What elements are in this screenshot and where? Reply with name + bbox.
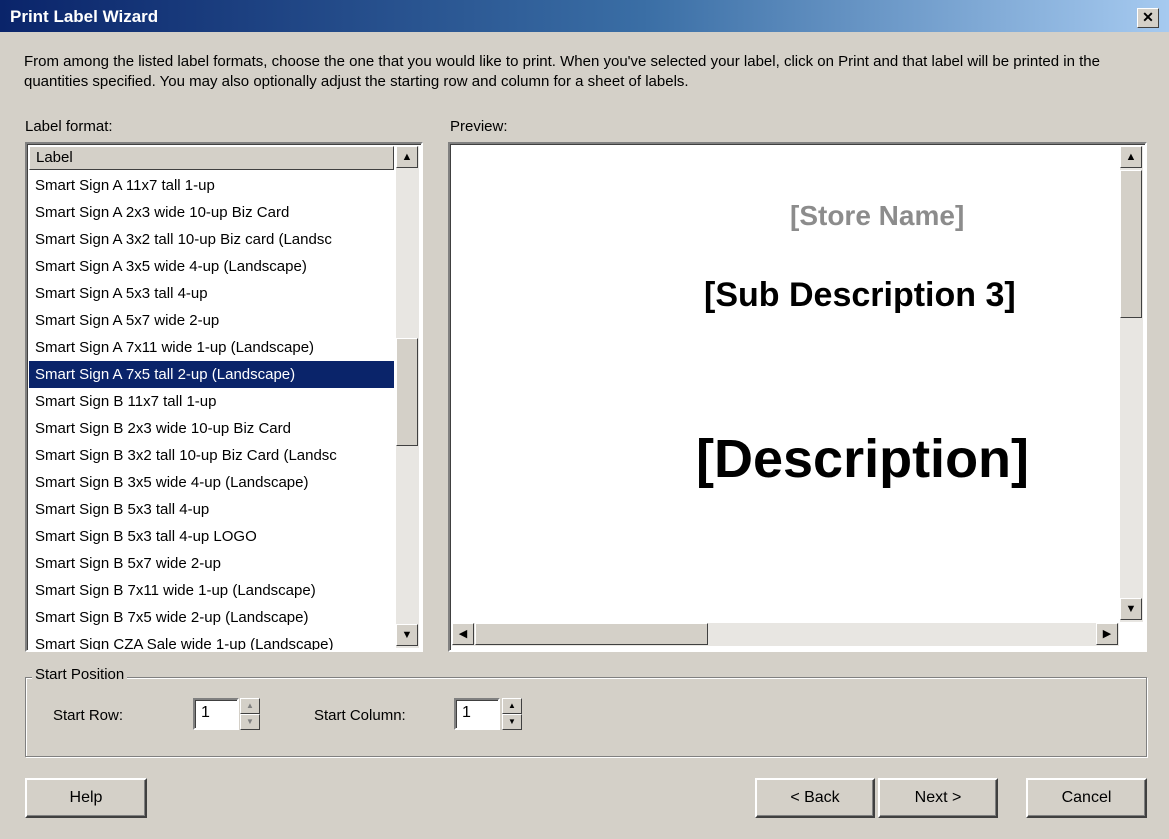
down-arrow-icon: ▼: [246, 717, 254, 726]
start-row-down-button[interactable]: ▼: [240, 714, 260, 730]
start-row-up-button[interactable]: ▲: [240, 698, 260, 714]
label-list-item[interactable]: Smart Sign A 5x3 tall 4-up: [29, 280, 394, 307]
label-list-item[interactable]: Smart Sign B 5x7 wide 2-up: [29, 550, 394, 577]
preview-vertical-thumb[interactable]: [1120, 170, 1142, 318]
up-arrow-icon: ▲: [246, 701, 254, 710]
label-list-item[interactable]: Smart Sign A 2x3 wide 10-up Biz Card: [29, 199, 394, 226]
preview-store-name: [Store Name]: [790, 200, 965, 231]
label-list-item[interactable]: Smart Sign B 2x3 wide 10-up Biz Card: [29, 415, 394, 442]
label-list-item[interactable]: Smart Sign A 5x7 wide 2-up: [29, 307, 394, 334]
start-row-spinner[interactable]: ▲ ▼: [240, 698, 260, 730]
label-list-item[interactable]: Smart Sign B 3x2 tall 10-up Biz Card (La…: [29, 442, 394, 469]
left-arrow-icon: ◀: [458, 628, 468, 640]
down-arrow-icon: ▼: [401, 629, 413, 641]
start-column-down-button[interactable]: ▼: [502, 714, 522, 730]
close-button[interactable]: ✕: [1137, 8, 1159, 28]
preview-horizontal-scrollbar[interactable]: ◀ ▶: [452, 623, 1119, 646]
start-column-input[interactable]: 1: [454, 698, 500, 730]
label-list-items: Smart Sign A 11x7 tall 1-up Smart Sign A …: [29, 172, 394, 650]
preview-scroll-left-button[interactable]: ◀: [452, 623, 474, 645]
label-list-item[interactable]: Smart Sign B 5x3 tall 4-up LOGO: [29, 523, 394, 550]
start-column-spinner[interactable]: ▲ ▼: [502, 698, 522, 730]
label-list-item[interactable]: Smart Sign B 5x3 tall 4-up: [29, 496, 394, 523]
label-list-item[interactable]: Smart Sign A 3x2 tall 10-up Biz card (La…: [29, 226, 394, 253]
scroll-thumb[interactable]: [396, 338, 418, 446]
up-arrow-icon: ▲: [508, 701, 516, 710]
scroll-up-button[interactable]: ▲: [396, 146, 418, 168]
back-button[interactable]: < Back: [755, 778, 875, 818]
help-button[interactable]: Help: [25, 778, 147, 818]
label-list-item[interactable]: Smart Sign B 3x5 wide 4-up (Landscape): [29, 469, 394, 496]
next-button[interactable]: Next >: [878, 778, 998, 818]
label-list-item[interactable]: Smart Sign A 11x7 tall 1-up: [29, 172, 394, 199]
label-format-list[interactable]: Label Smart Sign A 11x7 tall 1-up Smart S…: [25, 142, 423, 652]
preview-pane: [Store Name] [Sub Description 3] [Descri…: [448, 142, 1147, 652]
start-column-up-button[interactable]: ▲: [502, 698, 522, 714]
up-arrow-icon: ▲: [401, 151, 413, 163]
start-position-title: Start Position: [32, 666, 128, 683]
label-list-item[interactable]: Smart Sign A 7x5 tall 2-up (Landscape): [29, 361, 394, 388]
preview-description: [Description]: [696, 429, 1030, 489]
down-arrow-icon: ▼: [1125, 603, 1137, 615]
title-bar: Print Label Wizard ✕: [0, 0, 1169, 34]
preview-scroll-down-button[interactable]: ▼: [1120, 598, 1142, 620]
label-list-item[interactable]: Smart Sign A 7x11 wide 1-up (Landscape): [29, 334, 394, 361]
down-arrow-icon: ▼: [508, 717, 516, 726]
close-icon: ✕: [1142, 9, 1154, 25]
start-row-input[interactable]: 1: [193, 698, 239, 730]
instructions-text: From among the listed label formats, cho…: [24, 53, 1100, 90]
preview-caption: Preview:: [450, 118, 508, 135]
cancel-button[interactable]: Cancel: [1026, 778, 1147, 818]
label-list-item[interactable]: Smart Sign A 3x5 wide 4-up (Landscape): [29, 253, 394, 280]
preview-horizontal-thumb[interactable]: [475, 623, 708, 645]
scroll-down-button[interactable]: ▼: [396, 624, 418, 646]
label-column-header[interactable]: Label: [29, 146, 394, 170]
preview-scroll-right-button[interactable]: ▶: [1096, 623, 1118, 645]
right-arrow-icon: ▶: [1102, 628, 1112, 640]
up-arrow-icon: ▲: [1125, 151, 1137, 163]
preview-sub-description: [Sub Description 3]: [704, 276, 1016, 314]
label-list-item[interactable]: Smart Sign B 7x11 wide 1-up (Landscape): [29, 577, 394, 604]
label-list-item[interactable]: Smart Sign CZA Sale wide 1-up (Landscape…: [29, 631, 394, 650]
preview-scroll-up-button[interactable]: ▲: [1120, 146, 1142, 168]
preview-vertical-scrollbar[interactable]: ▲ ▼: [1120, 146, 1143, 622]
label-list-item[interactable]: Smart Sign B 11x7 tall 1-up: [29, 388, 394, 415]
label-list-scrollbar[interactable]: ▲ ▼: [396, 146, 419, 648]
label-format-caption: Label format:: [25, 118, 113, 135]
start-row-label: Start Row:: [53, 707, 124, 724]
window-title: Print Label Wizard: [10, 7, 159, 26]
start-column-label: Start Column:: [314, 707, 406, 724]
label-list-item[interactable]: Smart Sign B 7x5 wide 2-up (Landscape): [29, 604, 394, 631]
